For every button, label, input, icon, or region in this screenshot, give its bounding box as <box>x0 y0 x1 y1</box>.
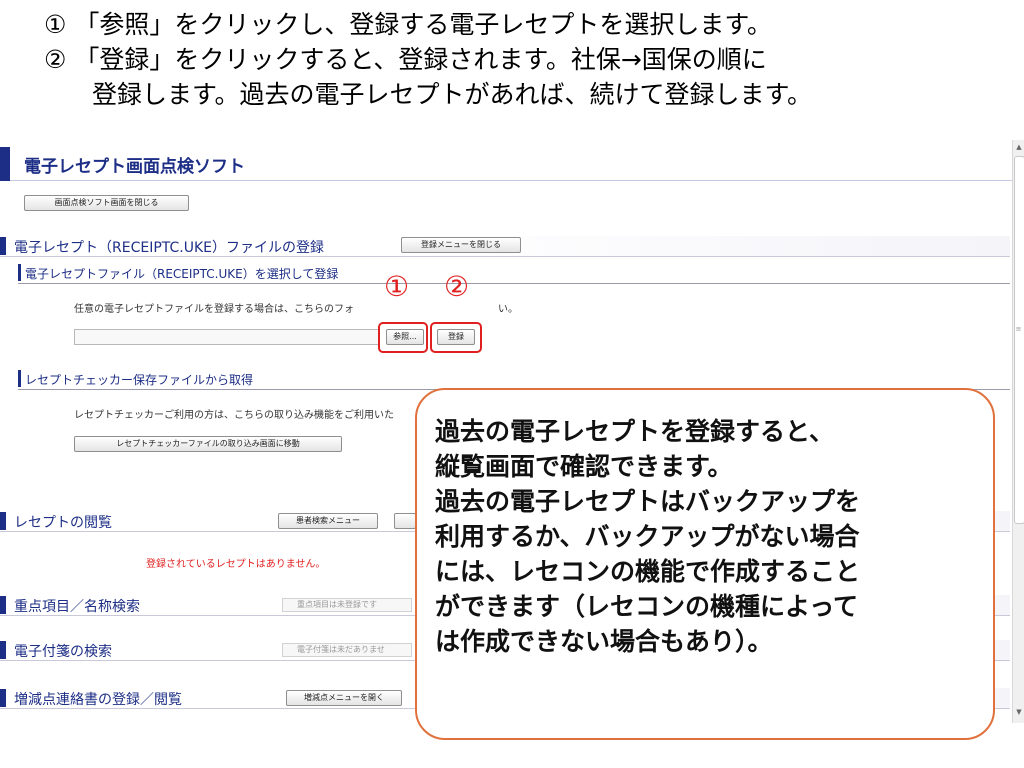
section-accent <box>0 237 6 255</box>
no-receipt-message: 登録されているレセプトはありません。 <box>146 559 326 570</box>
title-accent-bar <box>0 147 10 181</box>
open-adjust-menu-button[interactable]: 増減点メニューを開く <box>286 690 402 706</box>
register-section-title: 電子レセプト（RECEIPTC.UKE）ファイルの登録 <box>14 240 324 256</box>
scroll-up-arrow-icon[interactable]: ▲ <box>1013 142 1024 152</box>
tag-status-field: 電子付箋は未だありませ <box>282 643 412 657</box>
browse-section-extra-button[interactable] <box>394 513 416 529</box>
file-description: 任意の電子レセプトファイルを登録する場合は、こちらのフォ <box>74 304 354 315</box>
callout-line: には、レセコンの機能で作成すること <box>435 557 861 586</box>
callout-line: 利用するか、バックアップがない場合 <box>435 522 860 551</box>
tag-section-title: 電子付箋の検索 <box>14 644 112 660</box>
close-register-menu-button[interactable]: 登録メニューを閉じる <box>401 237 521 253</box>
subsection-accent <box>18 264 21 281</box>
checker-subsection-header: レセプトチェッカー保存ファイルから取得 <box>18 369 1010 390</box>
file-description-end: い。 <box>498 304 518 315</box>
section-accent <box>0 596 6 614</box>
section-accent <box>0 641 6 659</box>
file-subsection-title: 電子レセプトファイル（RECEIPTC.UKE）を選択して登録 <box>25 267 339 281</box>
adjust-section-title: 増減点連絡書の登録／閲覧 <box>14 692 182 708</box>
browse-section-title: レセプトの閲覧 <box>14 515 112 531</box>
vertical-scrollbar[interactable]: ▲ ≡ ▼ <box>1012 140 1024 723</box>
callout-line: ができます（レセコンの機種によって <box>435 592 859 621</box>
checker-description: レセプトチェッカーご利用の方は、こちらの取り込み機能をご利用いた <box>74 410 394 421</box>
subsection-accent <box>18 370 21 387</box>
instruction-line-3: 登録します。過去の電子レセプトがあれば、続けて登録します。 <box>92 80 813 109</box>
instruction-line-2: ② 「登録」をクリックすると、登録されます。社保→国保の順に <box>44 45 767 74</box>
app-title: 電子レセプト画面点検ソフト <box>24 157 245 177</box>
scroll-down-arrow-icon[interactable]: ▼ <box>1013 707 1024 717</box>
app-title-bar: 電子レセプト画面点検ソフト <box>0 147 1012 181</box>
section-accent <box>0 689 6 707</box>
section-accent <box>0 512 6 530</box>
priority-status-field: 重点項目は未登録です <box>282 598 412 612</box>
callout-line: 過去の電子レセプトはバックアップを <box>435 487 861 516</box>
scroll-grip-icon: ≡ <box>1015 325 1022 333</box>
callout-bubble: 過去の電子レセプトを登録すると、 縦覧画面で確認できます。 過去の電子レセプトは… <box>415 388 995 740</box>
patient-search-menu-button[interactable]: 患者検索メニュー <box>278 513 378 529</box>
callout-line: は作成できない場合もあり）。 <box>435 627 773 656</box>
callout-line: 過去の電子レセプトを登録すると、 <box>435 417 835 446</box>
register-highlight-box <box>430 322 482 353</box>
file-path-input[interactable] <box>74 329 380 345</box>
close-soft-button[interactable]: 画面点検ソフト画面を閉じる <box>24 195 189 211</box>
marker-2: ② <box>444 270 470 303</box>
callout-line: 縦覧画面で確認できます。 <box>435 452 733 481</box>
priority-section-title: 重点項目／名称検索 <box>14 599 140 615</box>
checker-move-button[interactable]: レセプトチェッカーファイルの取り込み画面に移動 <box>74 436 342 452</box>
scroll-thumb[interactable] <box>1014 156 1024 524</box>
callout-text: 過去の電子レセプトを登録すると、 縦覧画面で確認できます。 過去の電子レセプトは… <box>435 414 860 659</box>
title-underline <box>10 180 1012 181</box>
file-subsection-header: 電子レセプトファイル（RECEIPTC.UKE）を選択して登録 <box>18 263 1010 284</box>
browse-highlight-box <box>378 322 428 353</box>
checker-subsection-title: レセプトチェッカー保存ファイルから取得 <box>25 373 254 387</box>
instruction-line-1: ① 「参照」をクリックし、登録する電子レセプトを選択します。 <box>44 10 772 39</box>
marker-1: ① <box>384 270 410 303</box>
